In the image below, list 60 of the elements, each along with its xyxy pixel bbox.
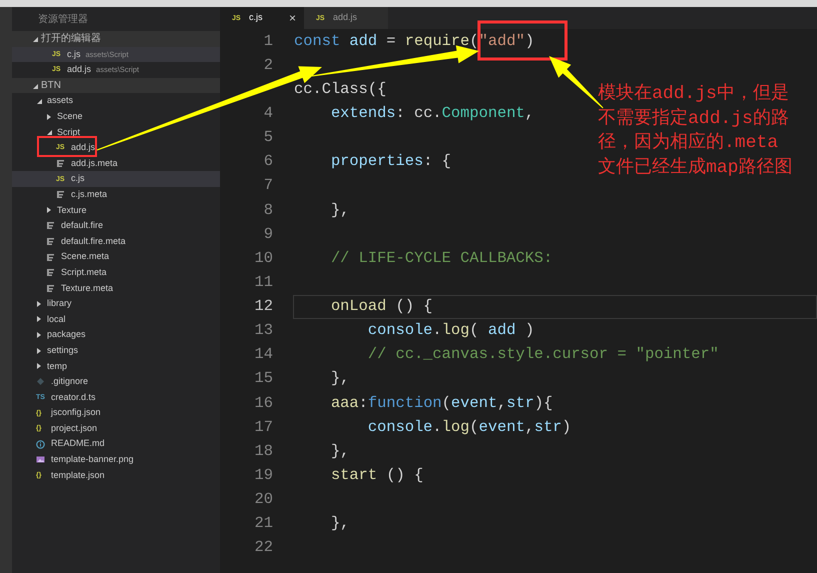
line-number: 6 [262, 151, 273, 172]
code-line: }, [330, 513, 350, 534]
folder-item[interactable]: library [12, 296, 220, 312]
line-number: 7 [262, 175, 273, 196]
file-item[interactable]: c.js.meta [12, 186, 220, 203]
code-line: console.log(event,str) [366, 416, 572, 438]
line-number: 21 [254, 513, 273, 534]
file-item[interactable]: Scene.meta [12, 249, 220, 265]
file-item[interactable]: default.fire.meta [12, 234, 220, 250]
line-number: 18 [254, 440, 273, 462]
file-item[interactable]: default.fire [12, 218, 220, 234]
code-line: properties: { [330, 151, 452, 172]
line-number: 8 [262, 200, 273, 220]
folder-item[interactable]: temp [12, 358, 220, 374]
line-number: 4 [262, 102, 273, 124]
code-line: // LIFE-CYCLE CALLBACKS: [330, 248, 553, 269]
line-number: 9 [262, 224, 273, 245]
code-line: }, [330, 368, 350, 390]
line-number: 12 [254, 296, 273, 318]
line-number: 17 [254, 416, 273, 438]
folder-item[interactable]: assets [12, 93, 220, 109]
code-line: onLoad () { [330, 296, 433, 318]
file-item[interactable]: template-banner.png [12, 452, 220, 468]
sidebar-title: 资源管理器 [37, 12, 89, 26]
file-item[interactable]: add.js.meta [12, 156, 220, 172]
folder-item[interactable]: settings [12, 342, 220, 358]
section-header[interactable]: 打开的编辑器 [12, 31, 220, 47]
file-item[interactable]: README.md [12, 436, 220, 452]
line-number: 15 [254, 368, 273, 390]
folder-item[interactable]: Scene [12, 108, 220, 125]
code-line: const add = require("add") [294, 30, 534, 52]
line-number: 11 [254, 272, 273, 293]
line-number: 5 [262, 127, 273, 148]
code-line: extends: cc.Component, [330, 102, 534, 124]
line-number: 16 [254, 392, 273, 414]
code-line: start () { [330, 465, 424, 486]
section-header[interactable]: BTN [12, 78, 220, 94]
code-line: aaa:function(event,str){ [330, 392, 553, 414]
line-number: 20 [254, 489, 273, 510]
code-line: cc.Class({ [294, 78, 386, 100]
code-line: console.log( add ) [366, 320, 534, 342]
line-number: 2 [262, 54, 273, 76]
close-icon[interactable]: × [288, 9, 296, 27]
line-number: 13 [254, 320, 273, 342]
line-number: 10 [254, 248, 273, 269]
line-number: 19 [254, 465, 273, 486]
file-item[interactable]: Texture.meta [12, 280, 220, 296]
folder-item[interactable]: Texture [12, 202, 220, 218]
folder-item[interactable]: packages [12, 327, 220, 343]
file-item[interactable]: .gitignore [12, 374, 220, 390]
file-item[interactable]: Script.meta [12, 264, 220, 280]
line-number: 1 [262, 30, 273, 52]
line-number: 22 [254, 537, 273, 558]
annotation-note: 模块在add.js中，但是不需要指定add.js的路径，因为相应的.meta文件已经生成map路径图 [598, 82, 794, 180]
folder-item[interactable]: local [12, 312, 220, 328]
line-number: 14 [254, 344, 273, 366]
code-line: // cc._canvas.style.cursor = "pointer" [366, 344, 719, 366]
folder-item[interactable]: Script [12, 124, 220, 140]
code-line: }, [330, 200, 350, 220]
code-line: }, [330, 440, 350, 462]
